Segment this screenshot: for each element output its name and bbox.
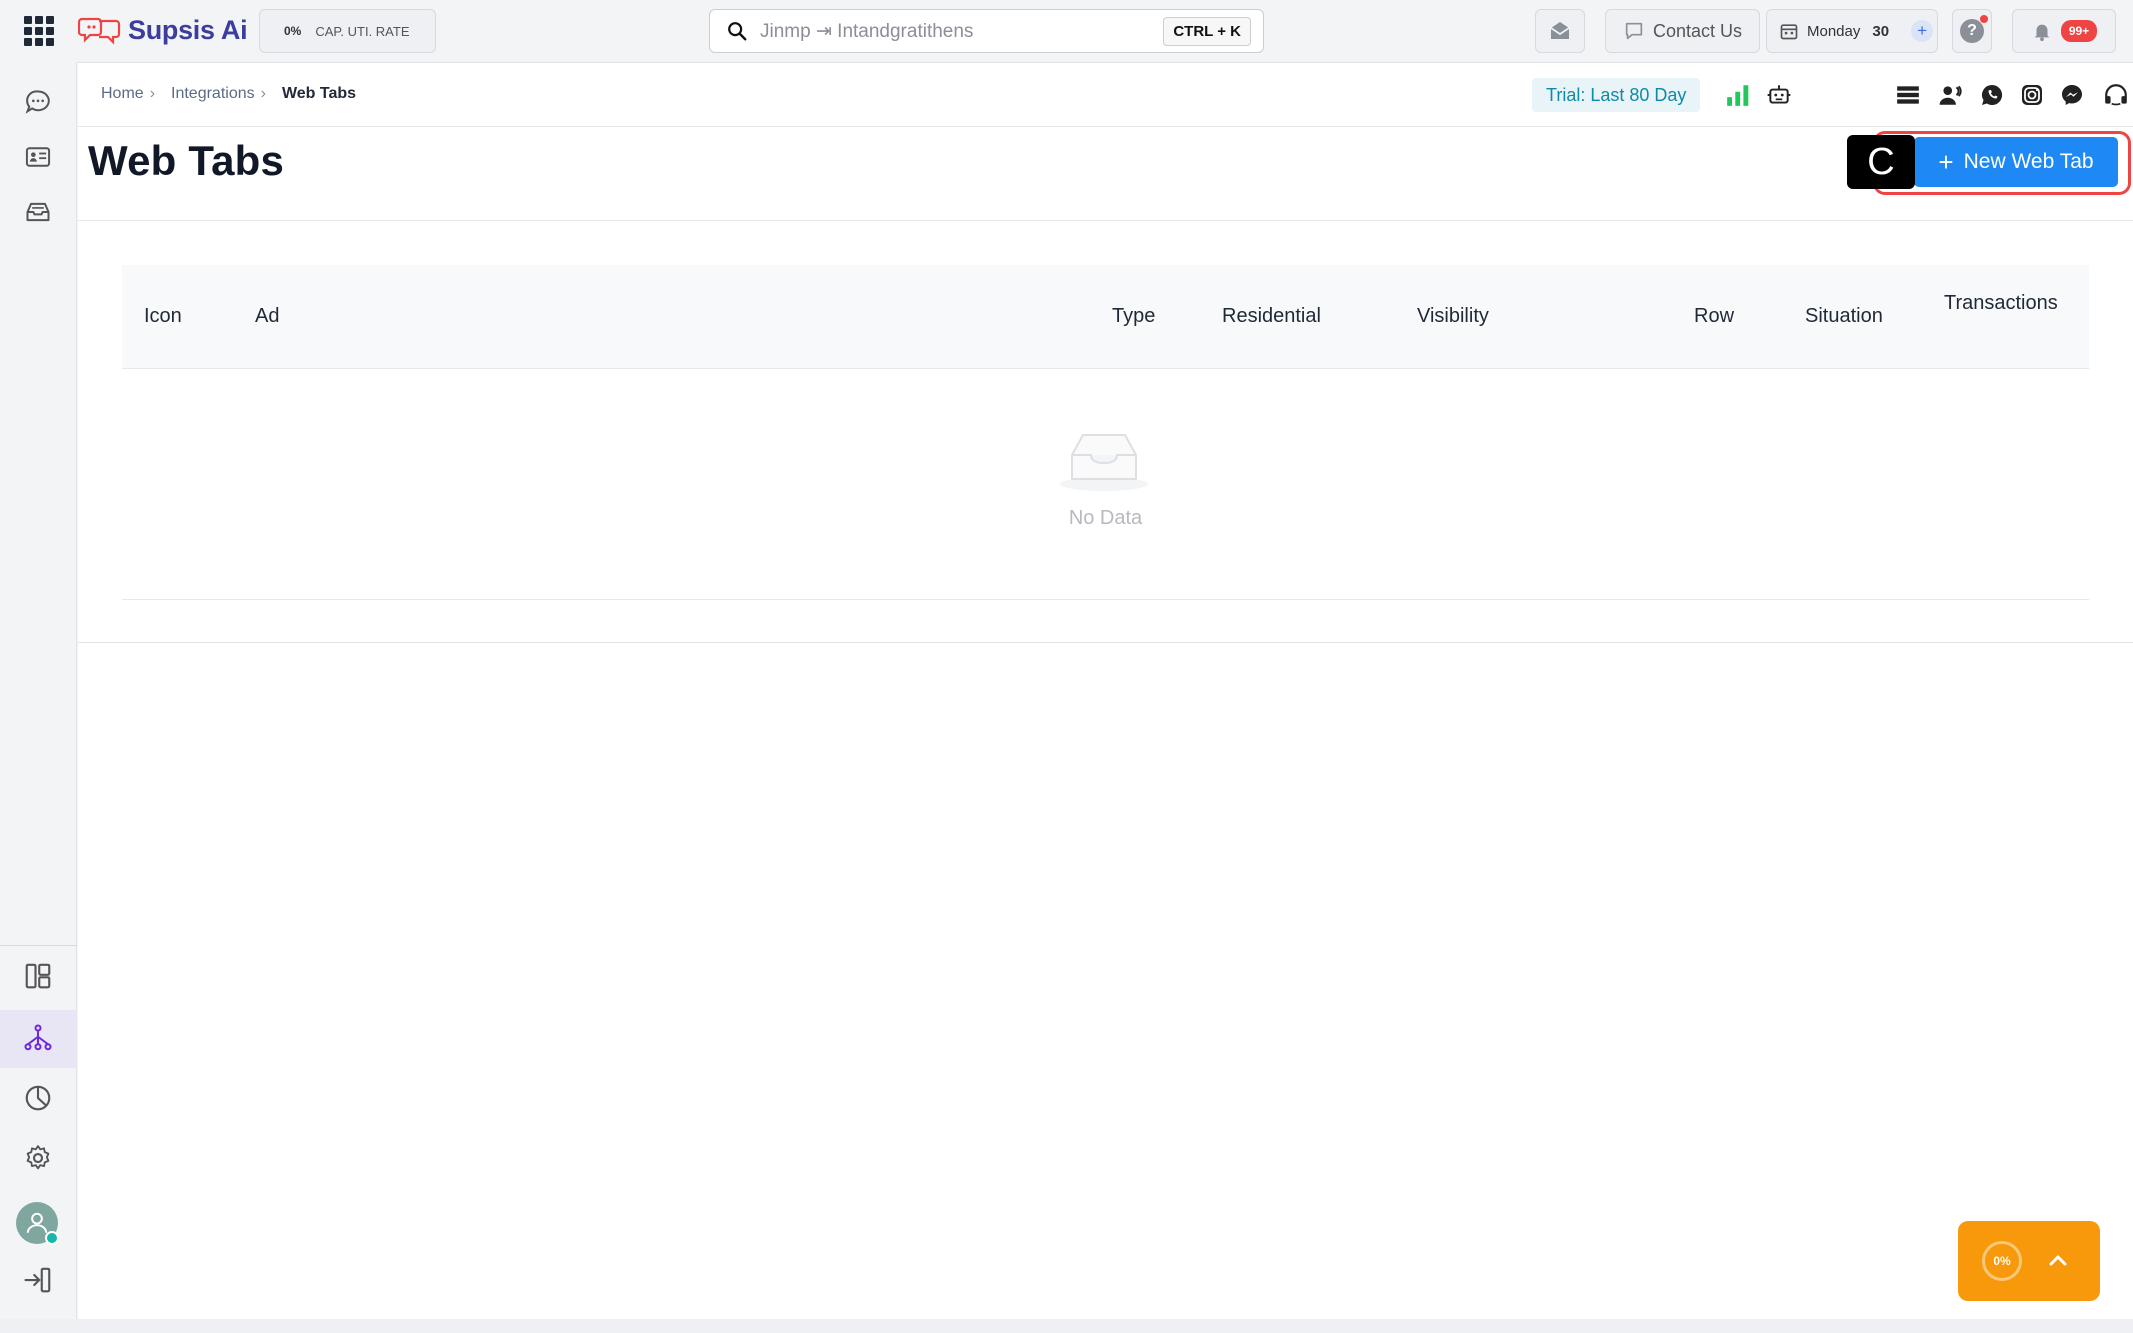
- avatar[interactable]: [16, 1202, 59, 1245]
- plus-icon: +: [1938, 146, 1954, 177]
- search-icon: [728, 22, 747, 41]
- sidebar-divider: [0, 945, 77, 946]
- signal-bars-icon[interactable]: [1724, 81, 1752, 109]
- contact-card-icon[interactable]: [20, 139, 56, 175]
- help-icon: ?: [1960, 15, 1988, 43]
- chat-icon[interactable]: [20, 84, 56, 120]
- empty-state-text: No Data: [1068, 507, 1143, 529]
- notification-count-badge: 99+: [2060, 20, 2098, 42]
- settings-icon[interactable]: [20, 1140, 56, 1176]
- breadcrumb-home[interactable]: Home: [101, 85, 144, 103]
- column-header-situation[interactable]: Situation: [1805, 305, 1883, 328]
- whatsapp-icon[interactable]: [1978, 81, 2006, 109]
- rate-value: 0%: [284, 24, 302, 38]
- rate-label: CAP. UTI. RATE: [315, 23, 410, 39]
- progress-widget-button[interactable]: 0%: [1958, 1221, 2100, 1301]
- instagram-icon[interactable]: [2018, 81, 2046, 109]
- global-search[interactable]: Jinmp ⇥ Intandgratithens CTRL + K: [709, 9, 1264, 53]
- team-icon[interactable]: [1937, 81, 1965, 109]
- new-web-tab-button[interactable]: + New Web Tab: [1914, 137, 2118, 187]
- column-header-type[interactable]: Type: [1112, 305, 1155, 328]
- add-event-button[interactable]: +: [1911, 20, 1934, 42]
- help-button[interactable]: ?: [1952, 9, 1992, 53]
- column-header-residential[interactable]: Residential: [1222, 305, 1321, 328]
- page-title: Web Tabs: [88, 137, 285, 184]
- contact-us-button[interactable]: Contact Us: [1605, 9, 1760, 53]
- breadcrumb-current: Web Tabs: [281, 85, 357, 102]
- calendar-date: 30: [1872, 22, 1890, 40]
- mail-icon: [1550, 22, 1570, 39]
- new-web-tab-label: New Web Tab: [1963, 150, 2094, 173]
- table-bottom-border: [122, 599, 2089, 600]
- contact-us-label: Contact Us: [1652, 20, 1743, 41]
- column-header-visibility[interactable]: Visibility: [1417, 305, 1489, 328]
- column-header-row[interactable]: Row: [1694, 305, 1734, 328]
- search-shortcut: CTRL + K: [1163, 16, 1251, 46]
- table-header: Icon Ad Type Residential Visibility Row …: [122, 265, 2089, 369]
- mail-button[interactable]: [1535, 9, 1585, 53]
- trial-badge[interactable]: Trial: Last 80 Day: [1532, 78, 1701, 112]
- search-input[interactable]: Jinmp ⇥ Intandgratithens: [760, 20, 1163, 43]
- bell-icon: [2034, 24, 2050, 42]
- breadcrumb-integrations[interactable]: Integrations: [171, 85, 255, 103]
- inbox-icon[interactable]: [20, 194, 56, 230]
- web-tabs-table: Icon Ad Type Residential Visibility Row …: [78, 221, 2133, 643]
- empty-state: No Data: [78, 369, 2133, 599]
- calendar-widget[interactable]: Monday 30 +: [1766, 9, 1938, 53]
- calendar-day: Monday: [1807, 22, 1861, 40]
- main-panel: Home › Integrations › Web Tabs Trial: Last…: [78, 62, 2133, 1319]
- utilization-rate[interactable]: 0% CAP. UTI. RATE: [259, 9, 436, 53]
- bot-icon[interactable]: [1765, 81, 1793, 109]
- logo-bubbles-icon: [78, 17, 121, 45]
- app-logo[interactable]: Supsis Ai: [78, 12, 248, 48]
- breadcrumb: Home › Integrations › Web Tabs: [101, 85, 357, 103]
- notifications-button[interactable]: 99+: [2012, 9, 2116, 53]
- chevron-up-icon: [2049, 1255, 2067, 1266]
- online-status-dot: [45, 1231, 59, 1245]
- app-name: Supsis Ai: [128, 14, 248, 45]
- calendar-icon: [1780, 24, 1798, 40]
- keyboard-hint-badge: C: [1847, 135, 1915, 189]
- integrations-icon[interactable]: [20, 1020, 56, 1056]
- bottom-strip: [0, 1319, 2133, 1333]
- chat-bubble-icon: [1625, 22, 1643, 40]
- headset-icon[interactable]: [2102, 81, 2130, 109]
- reports-icon[interactable]: [20, 1080, 56, 1116]
- column-header-icon[interactable]: Icon: [144, 305, 182, 328]
- apps-grid-icon[interactable]: [24, 16, 54, 46]
- logout-icon[interactable]: [20, 1262, 56, 1298]
- column-header-ad[interactable]: Ad: [255, 305, 279, 328]
- top-bar: Supsis Ai 0% CAP. UTI. RATE Jinmp ⇥ Inta…: [0, 0, 2133, 62]
- progress-ring: 0%: [1982, 1241, 2022, 1281]
- dashboard-icon[interactable]: [20, 958, 56, 994]
- column-header-transactions[interactable]: Transactions: [1944, 289, 2074, 318]
- breadcrumb-bar: Home › Integrations › Web Tabs Trial: Last…: [78, 63, 2133, 127]
- left-sidebar: [0, 62, 77, 1333]
- empty-box-icon: [1060, 434, 1148, 491]
- messenger-icon[interactable]: [2058, 81, 2086, 109]
- list-icon[interactable]: [1894, 81, 1922, 109]
